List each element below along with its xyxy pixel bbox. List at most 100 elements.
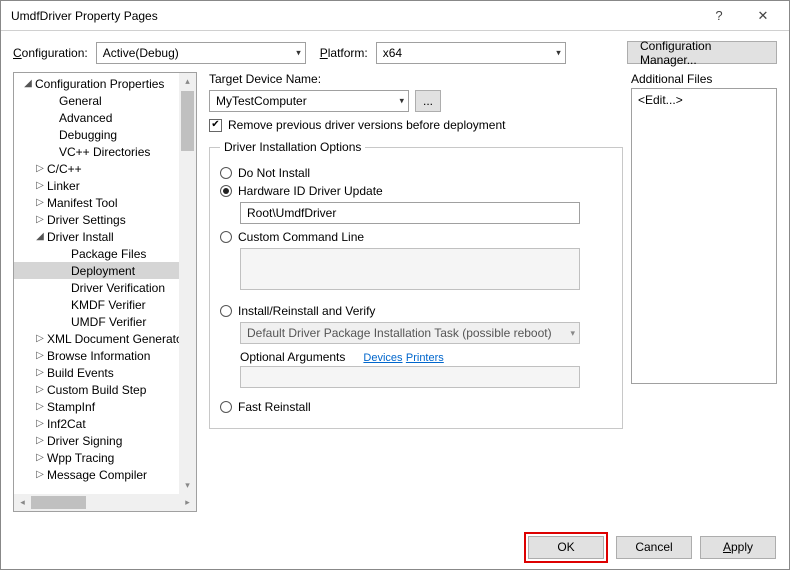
tree-item[interactable]: ▷Manifest Tool [14, 194, 196, 211]
tree-item[interactable]: UMDF Verifier [14, 313, 196, 330]
chevron-down-icon: ▾ [556, 47, 561, 58]
scroll-left-icon[interactable]: ◂ [14, 497, 31, 508]
devices-link[interactable]: Devices [363, 352, 402, 364]
tree-item-label: Configuration Properties [34, 77, 164, 91]
printers-link[interactable]: Printers [406, 352, 444, 364]
tree-arrow-icon: ▷ [34, 214, 46, 225]
h-scrollbar[interactable]: ◂ ▸ [14, 494, 196, 511]
scroll-up-icon[interactable]: ▴ [179, 73, 196, 90]
hardware-id-input[interactable]: Root\UmdfDriver [240, 202, 580, 224]
tree-arrow-icon: ◢ [22, 78, 34, 89]
tree-item[interactable]: ▷XML Document Generator [14, 330, 196, 347]
target-device-value: MyTestComputer [216, 94, 307, 108]
tree-item[interactable]: Deployment [14, 262, 196, 279]
tree-item[interactable]: ▷Driver Signing [14, 432, 196, 449]
tree-item-label: Linker [46, 179, 80, 193]
tree-item[interactable]: ▷Build Events [14, 364, 196, 381]
tree-item[interactable]: ◢Driver Install [14, 228, 196, 245]
radio-icon [220, 305, 232, 317]
tree-item-label: Message Compiler [46, 468, 147, 482]
radio-icon [220, 401, 232, 413]
scroll-down-icon[interactable]: ▾ [179, 477, 196, 494]
apply-button[interactable]: Apply [700, 536, 776, 559]
help-button[interactable]: ? [697, 2, 741, 30]
tree-arrow-icon: ▷ [34, 350, 46, 361]
tree-item[interactable]: Debugging [14, 126, 196, 143]
platform-label: Platform: [320, 46, 368, 60]
tree-item[interactable]: Advanced [14, 109, 196, 126]
tree-arrow-icon: ▷ [34, 163, 46, 174]
tree-arrow-icon: ▷ [34, 384, 46, 395]
tree-item-label: UMDF Verifier [70, 315, 146, 329]
browse-button[interactable]: ... [415, 90, 441, 112]
target-device-select[interactable]: MyTestComputer ▾ [209, 90, 409, 112]
tree-item-label: KMDF Verifier [70, 298, 146, 312]
configuration-manager-button[interactable]: Configuration Manager... [627, 41, 777, 64]
tree-item[interactable]: Package Files [14, 245, 196, 262]
tree-arrow-icon: ◢ [34, 231, 46, 242]
tree-item[interactable]: ▷Custom Build Step [14, 381, 196, 398]
ok-button[interactable]: OK [528, 536, 604, 559]
tree-item-label: Inf2Cat [46, 417, 86, 431]
tree-item-label: Deployment [70, 264, 135, 278]
scroll-thumb[interactable] [31, 496, 86, 509]
radio-install-verify[interactable]: Install/Reinstall and Verify [220, 304, 612, 318]
tree-item-label: Driver Install [46, 230, 114, 244]
additional-files-value: <Edit...> [638, 93, 683, 107]
tree-item-label: Driver Signing [46, 434, 122, 448]
config-row: Configuration: Active(Debug) ▾ Platform:… [1, 31, 789, 72]
tree-arrow-icon: ▷ [34, 401, 46, 412]
driver-install-options-legend: Driver Installation Options [220, 140, 365, 154]
custom-command-input[interactable] [240, 248, 580, 290]
cancel-button[interactable]: Cancel [616, 536, 692, 559]
tree-item-label: Debugging [58, 128, 117, 142]
tree-item-label: Driver Settings [46, 213, 126, 227]
additional-files-label: Additional Files [631, 72, 777, 86]
tree-item-label: Manifest Tool [46, 196, 117, 210]
v-scrollbar[interactable]: ▴ ▾ [179, 73, 196, 494]
additional-files-box[interactable]: <Edit...> [631, 88, 777, 384]
tree-arrow-icon: ▷ [34, 367, 46, 378]
remove-previous-checkbox[interactable]: ✔ Remove previous driver versions before… [209, 118, 623, 132]
tree-item[interactable]: ◢Configuration Properties [14, 75, 196, 92]
tree-item[interactable]: KMDF Verifier [14, 296, 196, 313]
configuration-select[interactable]: Active(Debug) ▾ [96, 42, 306, 64]
tree-item[interactable]: ▷Browse Information [14, 347, 196, 364]
close-button[interactable]: ✕ [741, 2, 785, 30]
tree-item[interactable]: ▷Wpp Tracing [14, 449, 196, 466]
tree-arrow-icon: ▷ [34, 197, 46, 208]
install-task-select[interactable]: Default Driver Package Installation Task… [240, 322, 580, 344]
tree-item-label: Custom Build Step [46, 383, 146, 397]
platform-value: x64 [383, 46, 402, 60]
remove-previous-label: Remove previous driver versions before d… [228, 118, 505, 132]
tree-item[interactable]: VC++ Directories [14, 143, 196, 160]
radio-fast-reinstall[interactable]: Fast Reinstall [220, 400, 612, 414]
tree-item[interactable]: General [14, 92, 196, 109]
tree-item[interactable]: ▷Linker [14, 177, 196, 194]
configuration-label: Configuration: [13, 46, 88, 60]
scroll-right-icon[interactable]: ▸ [179, 497, 196, 508]
configuration-value: Active(Debug) [103, 46, 179, 60]
tree-item[interactable]: Driver Verification [14, 279, 196, 296]
chevron-down-icon: ▾ [399, 96, 404, 107]
tree-arrow-icon: ▷ [34, 452, 46, 463]
tree-item-label: Advanced [58, 111, 112, 125]
optional-arguments-input[interactable] [240, 366, 580, 388]
tree-item[interactable]: ▷Message Compiler [14, 466, 196, 483]
tree-item[interactable]: ▷Inf2Cat [14, 415, 196, 432]
tree-item[interactable]: ▷C/C++ [14, 160, 196, 177]
tree-item[interactable]: ▷Driver Settings [14, 211, 196, 228]
scroll-thumb[interactable] [181, 91, 194, 151]
radio-custom-command-line[interactable]: Custom Command Line [220, 230, 612, 244]
tree-item[interactable]: ▷StampInf [14, 398, 196, 415]
tree-item-label: VC++ Directories [58, 145, 150, 159]
radio-hardware-id-update[interactable]: Hardware ID Driver Update [220, 184, 612, 198]
tree-item-label: Driver Verification [70, 281, 165, 295]
tree-item-label: Wpp Tracing [46, 451, 114, 465]
tree-item-label: StampInf [46, 400, 95, 414]
tree-item-label: Package Files [70, 247, 146, 261]
radio-do-not-install[interactable]: Do Not Install [220, 166, 612, 180]
chevron-down-icon: ▾ [296, 47, 301, 58]
platform-select[interactable]: x64 ▾ [376, 42, 566, 64]
tree[interactable]: ◢Configuration PropertiesGeneralAdvanced… [14, 73, 196, 494]
